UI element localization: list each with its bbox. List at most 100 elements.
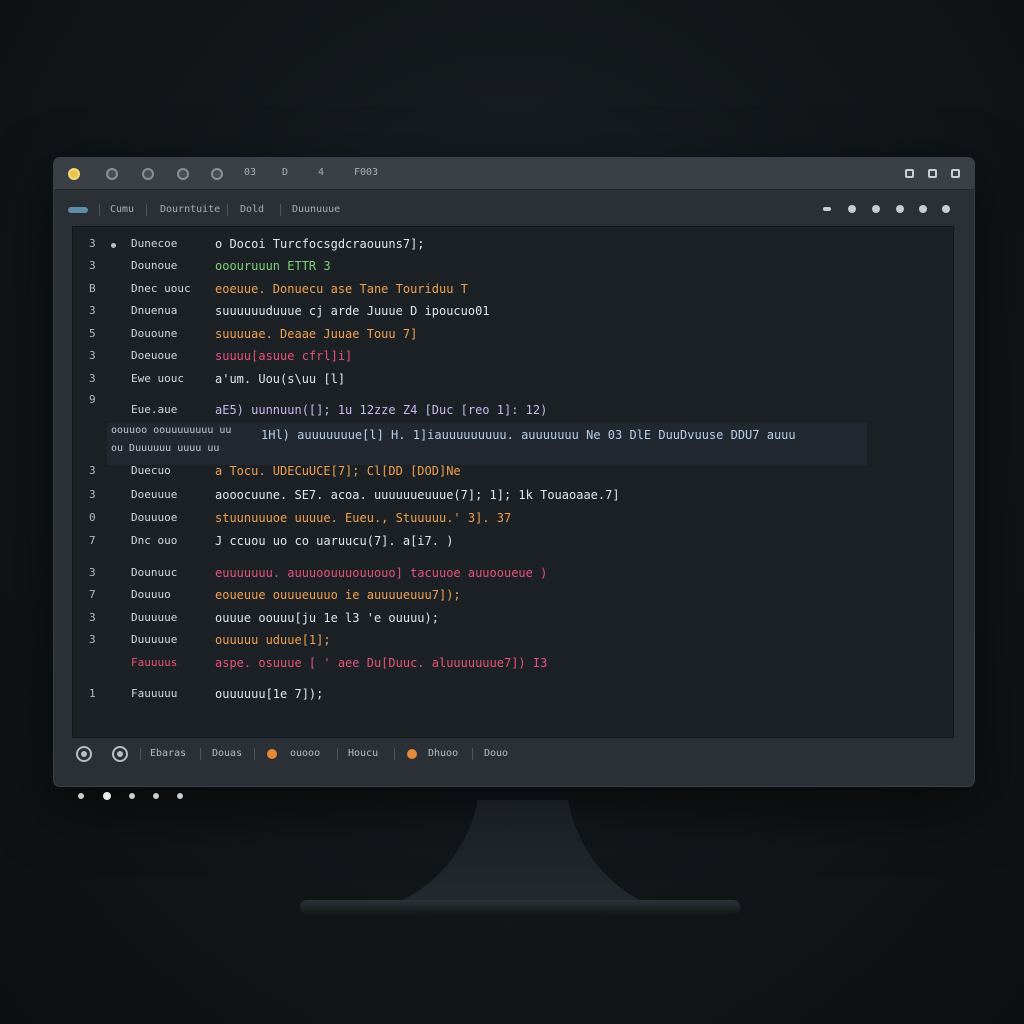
code-keyword: Dnuenua: [131, 304, 178, 317]
code-text: o Docoi Turcfocsgdcraouuns7];: [215, 237, 425, 251]
toolbar-toggle-icon[interactable]: [68, 207, 88, 213]
code-text: ouuue oouuu[ju 1e l3 'e ouuuu);: [215, 611, 439, 625]
breakpoint-icon[interactable]: [111, 243, 116, 248]
toolbar-dot-icon[interactable]: [919, 205, 927, 213]
code-expression: aspe. osuuue [ ' aee Du[Duuc. aluuuuuuue…: [215, 656, 547, 670]
code-keyword: Duuuuue: [131, 633, 178, 646]
toolbar-item[interactable]: Cumu: [110, 204, 134, 215]
status-item[interactable]: Douo: [484, 748, 508, 759]
code-line: 3 Duuuuue ouuue oouuu[ju 1e l3 'e ouuuu)…: [73, 611, 955, 629]
code-text: eoueuue ouuueuuuo ie auuuueuuu7]);: [215, 588, 461, 602]
toolbar-dot-icon[interactable]: [896, 205, 904, 213]
status-circle-icon[interactable]: [76, 746, 92, 762]
code-keyword: Dounoue: [131, 259, 178, 272]
code-keyword: Dunecoe: [131, 237, 178, 250]
code-line: 3 Doeuoue suuuu[asuue cfrl]i]: [73, 349, 955, 367]
close-window-button[interactable]: [68, 168, 80, 180]
toolbar-dot-icon[interactable]: [848, 205, 856, 213]
code-keyword: Doeuuue: [131, 488, 178, 501]
code-line: 3 Duecuo a Tocu. UDECuUCE[7]; Cl[DD [DOD…: [73, 464, 955, 482]
divider: [280, 204, 281, 216]
code-expression: ooouruuun ETTR 3: [215, 259, 331, 273]
code-text: a Tocu. UDECuUCE[7]; Cl[DD [DOD]Ne: [215, 464, 461, 478]
toolbar-dot-icon[interactable]: [872, 205, 880, 213]
line-number: 3: [89, 566, 96, 579]
toolbar-dot-icon[interactable]: [823, 207, 831, 211]
status-circle-icon[interactable]: [112, 746, 128, 762]
window-control-icon[interactable]: [951, 169, 960, 178]
indicator-dot: [129, 793, 135, 799]
code-keyword: Dououne: [131, 327, 178, 340]
toolbar-item[interactable]: Dourntuite: [160, 204, 220, 215]
window-control-icon[interactable]: [905, 169, 914, 178]
code-expression: a'um. Uou(s\uu [l]: [215, 372, 345, 386]
code-expression: eoeuue. Donuecu ase Tane Touriduu T: [215, 282, 468, 296]
toolbar-dot-icon[interactable]: [942, 205, 950, 213]
code-keyword: Doeuoue: [131, 349, 178, 362]
stand-base: [300, 900, 740, 914]
code-text: suuuu[asuue cfrl]i]: [215, 349, 353, 363]
code-keyword: Douuuo: [131, 588, 171, 601]
divider: [254, 748, 255, 760]
code-text: euuuuuuu. auuuoouuuouuouo] tacuuoe auuoo…: [215, 566, 548, 580]
code-expression: o Docoi Turcfocsgdcraouuns7];: [215, 237, 425, 251]
toolbar: Cumu Dourntuite Dold Duunuuue: [54, 194, 974, 224]
indicator-dot: [153, 793, 159, 799]
code-editor[interactable]: 3 Dunecoe o Docoi Turcfocsgdcraouuns7]; …: [72, 226, 954, 738]
status-item[interactable]: Houcu: [348, 748, 378, 759]
toolbar-item[interactable]: Dold: [240, 204, 264, 215]
line-number: B: [89, 282, 96, 295]
code-text: suuuuuuduuue cj arde Juuue D ipoucuo01: [215, 304, 490, 318]
status-bar: Ebaras Douas ouooo Houcu Dhuoo Douo: [54, 738, 974, 770]
code-keyword: Ewe uouc: [131, 372, 184, 385]
code-keyword: Douuuoe: [131, 511, 178, 524]
maximize-window-button[interactable]: [142, 168, 154, 180]
titlebar-label-3: 4: [318, 167, 325, 178]
code-line: Fauuuus aspe. osuuue [ ' aee Du[Duuc. al…: [73, 656, 955, 674]
status-item[interactable]: Ebaras: [150, 748, 186, 759]
minimize-window-button[interactable]: [106, 168, 118, 180]
divider: [227, 204, 228, 216]
code-keyword: Fauuuus: [131, 656, 178, 669]
indicator-dot: [78, 793, 84, 799]
line-number: 3: [89, 372, 96, 385]
code-line: 5 Dououne suuuuae. Deaae Juuae Touu 7]: [73, 327, 955, 345]
line-number: 7: [89, 588, 96, 601]
code-expression: suuuuae. Deaae Juuae Touu 7]: [215, 327, 417, 341]
code-text: aE5) uunnuun([]; 1u 12zze Z4 [Duc [reo 1…: [215, 403, 548, 417]
divider: [146, 204, 147, 216]
titlebar-label-1: 03: [244, 167, 257, 178]
code-line: 7 Dnc ouo J ccuou uo co uaruucu(7]. a[i7…: [73, 534, 955, 552]
status-warning-icon: [407, 749, 417, 759]
code-keyword: Duecuo: [131, 464, 171, 477]
line-number: 3: [89, 304, 96, 317]
code-text: ouuuuuu[1e 7]);: [215, 687, 324, 701]
status-item[interactable]: Douas: [212, 748, 242, 759]
toolbar-item[interactable]: Duunuuue: [292, 204, 340, 215]
titlebar-label-2: D: [282, 167, 289, 178]
highlight-label: ou Duuuuuu uuuu uu: [111, 443, 220, 454]
code-expression: ouuue oouuu[ju 1e l3 'e ouuuu);: [215, 611, 439, 625]
window-control-icon[interactable]: [928, 169, 937, 178]
divider: [140, 748, 141, 760]
status-item[interactable]: ouooo: [290, 748, 320, 759]
divider: [200, 748, 201, 760]
line-number: 3: [89, 488, 96, 501]
code-line: 0 Douuuoe stuunuuuoe uuuue. Eueu., Stuuu…: [73, 511, 955, 529]
code-line: 3 Dounuuc euuuuuuu. auuuoouuuouuouo] tac…: [73, 566, 955, 584]
code-text: stuunuuuoe uuuue. Eueu., Stuuuuu.' 3]. 3…: [215, 511, 512, 525]
option-icon[interactable]: [211, 168, 223, 180]
titlebar-label-4: F003: [354, 167, 379, 178]
option-icon[interactable]: [177, 168, 189, 180]
line-number: 3: [89, 349, 96, 362]
status-item[interactable]: Dhuoo: [428, 748, 458, 759]
stand-neck: [402, 800, 640, 900]
code-line: 7 Douuuo eoueuue ouuueuuuo ie auuuueuuu7…: [73, 588, 955, 606]
line-number: 3: [89, 633, 96, 646]
line-number: 3: [89, 237, 96, 250]
code-line: 3 Dunecoe o Docoi Turcfocsgdcraouuns7];: [73, 237, 955, 255]
divider: [99, 204, 100, 216]
code-keyword: Dnec uouc: [131, 282, 191, 295]
line-number: 0: [89, 511, 96, 524]
divider: [337, 748, 338, 760]
